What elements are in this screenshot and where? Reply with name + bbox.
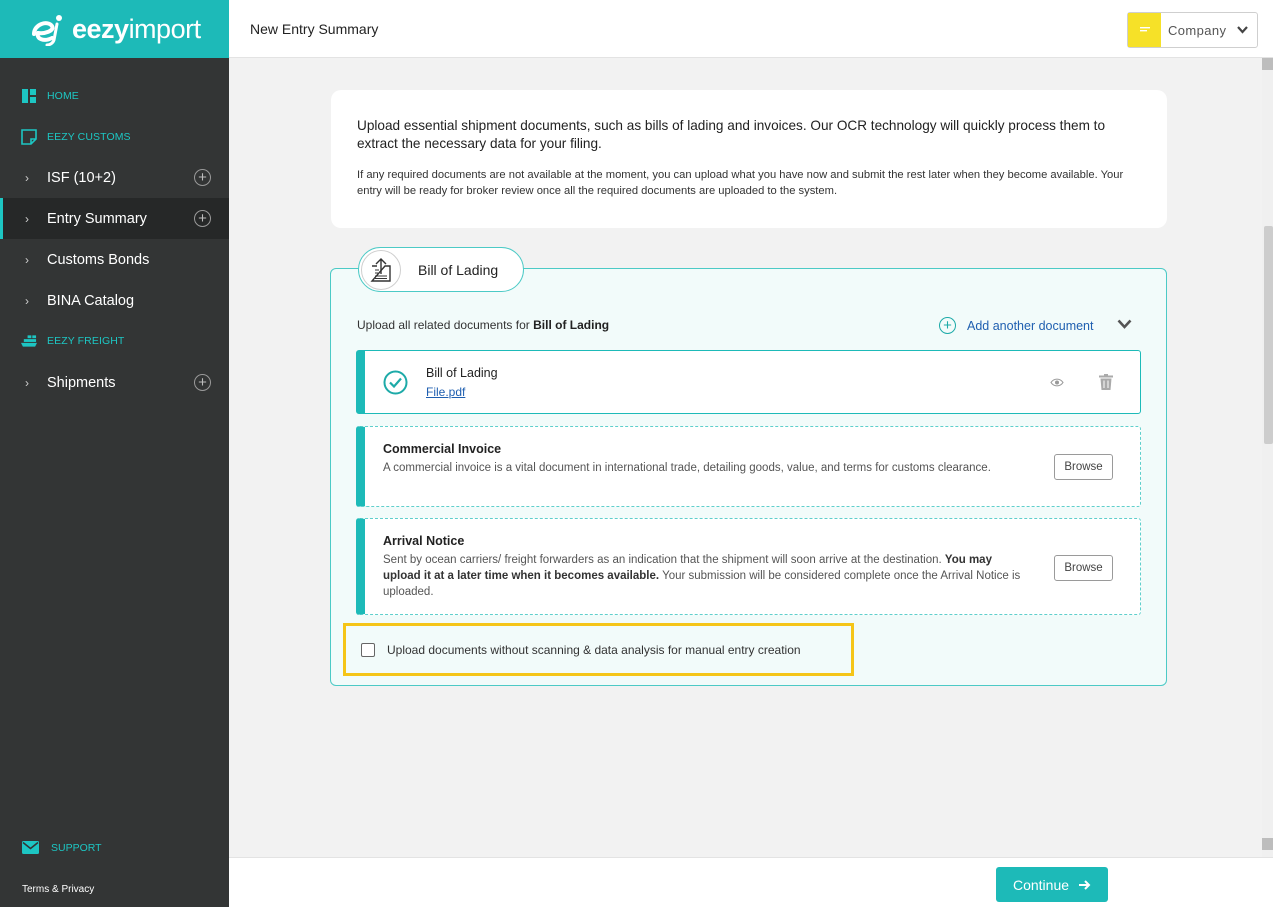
- sidebar: eezyimport HOME EEZY CUSTOMS › ISF (10+2…: [0, 0, 229, 907]
- sidebar-item-bina-catalog[interactable]: › BINA Catalog: [0, 280, 229, 321]
- add-circle-icon: +: [939, 317, 956, 334]
- support-label: SUPPORT: [51, 841, 102, 854]
- sidebar-eezy-freight[interactable]: EEZY FREIGHT: [0, 329, 229, 353]
- file-link[interactable]: File.pdf: [426, 385, 498, 399]
- manual-entry-option[interactable]: Upload documents without scanning & data…: [343, 623, 854, 676]
- scroll-down-button[interactable]: [1262, 838, 1273, 850]
- document-title: Commercial Invoice: [383, 442, 502, 456]
- ship-icon: [21, 333, 37, 349]
- sidebar-home-label: HOME: [47, 90, 79, 102]
- manual-entry-checkbox[interactable]: [361, 642, 375, 657]
- scrollbar-thumb[interactable]: [1264, 226, 1273, 444]
- header: New Entry Summary Company: [229, 0, 1273, 58]
- upload-document-icon: [361, 249, 401, 290]
- document-description: A commercial invoice is a vital document…: [383, 462, 991, 474]
- scroll-up-button[interactable]: [1262, 58, 1273, 70]
- sidebar-customs-label: EEZY CUSTOMS: [47, 131, 131, 143]
- continue-button[interactable]: Continue: [996, 867, 1108, 902]
- check-circle-icon: [383, 370, 408, 395]
- company-icon: [1128, 13, 1161, 47]
- browse-button[interactable]: Browse: [1054, 555, 1113, 581]
- sidebar-item-customs-bonds[interactable]: › Customs Bonds: [0, 239, 229, 280]
- tab-label: Bill of Lading: [418, 261, 499, 278]
- chevron-down-icon[interactable]: [1117, 319, 1132, 330]
- sidebar-item-isf[interactable]: › ISF (10+2) +: [0, 157, 229, 198]
- company-selector[interactable]: Company: [1127, 12, 1258, 48]
- chevron-right-icon: ›: [25, 375, 29, 390]
- sidebar-item-label: Shipments: [47, 374, 116, 391]
- logo[interactable]: eezyimport: [0, 0, 229, 58]
- add-entry-summary-icon[interactable]: +: [194, 210, 211, 227]
- sidebar-freight-label: EEZY FREIGHT: [47, 335, 125, 347]
- commercial-invoice-card: Commercial Invoice A commercial invoice …: [356, 426, 1141, 507]
- browse-button[interactable]: Browse: [1054, 454, 1113, 480]
- eye-icon[interactable]: [1050, 378, 1064, 387]
- arrival-notice-card: Arrival Notice Sent by ocean carriers/ f…: [356, 518, 1141, 615]
- sidebar-item-entry-summary[interactable]: › Entry Summary +: [0, 198, 229, 239]
- add-another-label: Add another document: [967, 318, 1094, 333]
- scrollbar-track[interactable]: [1262, 58, 1273, 858]
- chevron-right-icon: ›: [25, 170, 29, 185]
- sidebar-item-shipments[interactable]: › Shipments +: [0, 362, 229, 403]
- sidebar-support[interactable]: SUPPORT: [22, 841, 102, 854]
- intro-note: If any required documents are not availa…: [357, 169, 1124, 197]
- sidebar-item-label: Entry Summary: [47, 210, 147, 227]
- chevron-right-icon: ›: [25, 252, 29, 267]
- uploaded-document-card: Bill of Lading File.pdf: [356, 350, 1141, 414]
- sidebar-item-label: BINA Catalog: [47, 292, 135, 309]
- sidebar-eezy-customs[interactable]: EEZY CUSTOMS: [0, 125, 229, 149]
- company-label: Company: [1168, 22, 1227, 38]
- continue-label: Continue: [1012, 876, 1070, 893]
- trash-icon[interactable]: [1099, 374, 1113, 390]
- eezy-logo-icon: [32, 15, 62, 46]
- manual-entry-label: Upload documents without scanning & data…: [387, 642, 801, 657]
- footer: [229, 857, 1273, 907]
- chevron-right-icon: ›: [25, 211, 29, 226]
- add-isf-icon[interactable]: +: [194, 169, 211, 186]
- arrow-right-icon: [1079, 879, 1091, 890]
- tab-bill-of-lading[interactable]: Bill of Lading: [358, 247, 524, 292]
- intro-text: Upload essential shipment documents, suc…: [357, 118, 1106, 151]
- page-title: New Entry Summary: [250, 21, 379, 37]
- sidebar-item-label: Customs Bonds: [47, 251, 150, 268]
- add-another-document-button[interactable]: + Add another document: [939, 317, 1093, 334]
- intro-card: Upload essential shipment documents, suc…: [331, 90, 1167, 228]
- document-icon: [21, 129, 37, 145]
- add-shipment-icon[interactable]: +: [194, 374, 211, 391]
- sidebar-item-label: ISF (10+2): [47, 169, 116, 186]
- dashboard-icon: [21, 88, 37, 104]
- document-title: Arrival Notice: [383, 534, 465, 548]
- chevron-right-icon: ›: [25, 293, 29, 308]
- terms-privacy-link[interactable]: Terms & Privacy: [22, 884, 94, 895]
- chevron-down-icon: [1237, 26, 1248, 34]
- mail-icon: [22, 841, 39, 854]
- logo-text: eezyimport: [72, 13, 201, 44]
- document-description: Sent by ocean carriers/ freight forwarde…: [383, 554, 1021, 598]
- upload-instructions: Upload all related documents for Bill of…: [357, 318, 610, 332]
- sidebar-home[interactable]: HOME: [0, 84, 229, 108]
- document-title: Bill of Lading: [426, 366, 498, 380]
